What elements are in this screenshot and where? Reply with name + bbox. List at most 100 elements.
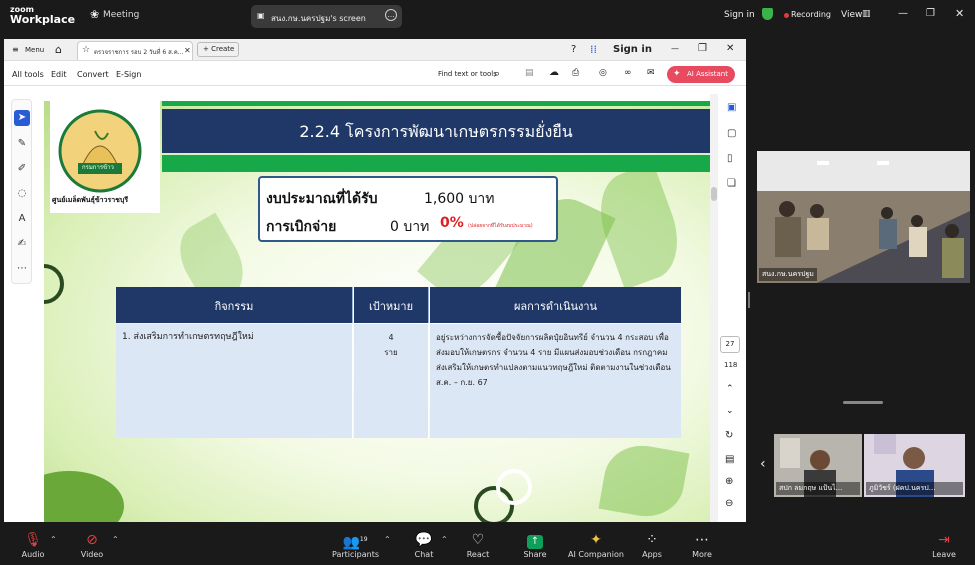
react-button[interactable]: ♡ React xyxy=(464,530,492,559)
page-down-icon[interactable]: ⌄ xyxy=(726,406,734,416)
find-text-label[interactable]: Find text or tools xyxy=(438,70,497,78)
participant-name-1: สปก ลมกฤษ แป้นไ... xyxy=(776,482,860,495)
zoom-top-bar: zoom Workplace ❀ Meeting ▣ สนง.กษ.นครปฐม… xyxy=(0,0,975,34)
video-chevron-icon[interactable]: ⌃ xyxy=(112,535,119,544)
chevron-left-icon[interactable]: ‹ xyxy=(760,456,766,472)
select-cursor-icon[interactable]: ➤ xyxy=(14,110,30,126)
view-button[interactable]: View xyxy=(841,10,862,20)
participant-thumb-2[interactable]: ภูมิวัชร์ (ฝคป.นครป... xyxy=(864,434,965,497)
ai-spark-icon: ✦ xyxy=(673,69,681,79)
pdf-restore-icon[interactable]: ❐ xyxy=(698,43,707,54)
more-options-icon[interactable]: … xyxy=(385,9,397,21)
close-icon[interactable]: ✕ xyxy=(955,7,964,20)
participants-chevron-icon[interactable]: ⌃ xyxy=(384,535,391,544)
page-up-icon[interactable]: ⌃ xyxy=(726,384,734,394)
signature-icon[interactable]: ✍ xyxy=(14,236,30,252)
menu-all-tools[interactable]: All tools xyxy=(12,70,44,79)
print-icon[interactable]: ⎙ xyxy=(572,68,579,78)
create-label: Create xyxy=(211,45,235,53)
home-icon[interactable]: ⌂ xyxy=(55,43,62,56)
screen-share-pill[interactable]: ▣ สนง.กษ.นครปฐม's screen … xyxy=(251,5,402,28)
tab-close-icon[interactable]: ✕ xyxy=(184,46,191,55)
panel-resize-handle[interactable] xyxy=(843,401,883,404)
menu-label[interactable]: Menu xyxy=(25,46,44,54)
comment-add-icon[interactable]: ✎ xyxy=(14,136,30,152)
header-target: เป้าหมาย xyxy=(354,287,429,323)
ai-assistant-button[interactable]: ✦ AI Assistant xyxy=(667,66,735,83)
comments-icon[interactable]: ▢ xyxy=(727,128,736,139)
chat-button[interactable]: 💬 Chat xyxy=(410,530,438,559)
pdf-scrollbar[interactable] xyxy=(710,94,718,522)
pdf-close-icon[interactable]: ✕ xyxy=(726,43,734,54)
target-unit: ราย xyxy=(384,348,398,357)
leaf-decoration xyxy=(598,439,690,522)
pdf-scroll-thumb[interactable] xyxy=(711,187,717,201)
logo-badge-text: กรมการข้าว xyxy=(82,164,114,171)
left-tool-rail: ➤ ✎ ✐ ◌ A ✍ ⋯ xyxy=(11,99,32,284)
chat-label: Chat xyxy=(414,550,434,559)
lasso-icon[interactable]: ◌ xyxy=(14,186,30,202)
leave-button[interactable]: ⇥ Leave xyxy=(930,530,958,559)
search-icon[interactable]: ⌕ xyxy=(494,67,500,81)
cell-result: อยู่ระหว่างการจัดซื้อปัจจัยการผลิตปุ๋ยอิ… xyxy=(430,324,681,438)
share-button[interactable]: ↑ Share xyxy=(520,530,550,559)
zoom-in-icon[interactable]: ⊕ xyxy=(725,476,733,487)
panel-split-handle[interactable] xyxy=(748,292,750,308)
more-dots-icon: ⋯ xyxy=(695,532,709,548)
participant-thumb-1[interactable]: สปก ลมกฤษ แป้นไ... xyxy=(774,434,862,497)
meeting-label[interactable]: Meeting xyxy=(103,10,139,20)
green-stripe-bottom xyxy=(162,155,710,172)
more-tools-icon[interactable]: ⋯ xyxy=(14,261,30,277)
zoom-brand-bottom: Workplace xyxy=(10,13,76,26)
screen-title: สนง.กษ.นครปฐม's screen xyxy=(271,14,366,23)
chat-icon: 💬 xyxy=(415,532,433,548)
restore-icon[interactable]: ❐ xyxy=(926,8,935,19)
pages-icon[interactable]: ❏ xyxy=(727,178,736,189)
draw-pen-icon[interactable]: ✐ xyxy=(14,161,30,177)
text-box-icon[interactable]: A xyxy=(14,211,30,227)
zoom-out-icon[interactable]: ⊖ xyxy=(725,498,733,509)
page-doc-icon[interactable]: ▤ xyxy=(725,454,734,465)
sign-in-link[interactable]: Sign in xyxy=(724,10,755,20)
heart-icon: ♡ xyxy=(471,532,485,548)
audio-chevron-icon[interactable]: ⌃ xyxy=(50,535,57,544)
apps-button[interactable]: ⁘ Apps xyxy=(638,530,666,559)
edit-page-icon[interactable]: ▣ xyxy=(727,102,736,113)
pen-circle-icon[interactable]: ◎ xyxy=(599,68,607,78)
ai-assistant-label: AI Assistant xyxy=(687,70,728,78)
target-number: 4 xyxy=(388,333,394,342)
pdf-minimize-icon[interactable]: — xyxy=(671,44,679,53)
budget-value: 1,600 บาท xyxy=(424,191,495,207)
create-button[interactable]: + Create xyxy=(197,42,239,57)
rotate-icon[interactable]: ↻ xyxy=(725,430,733,441)
hamburger-icon[interactable]: ≡ xyxy=(12,45,19,54)
shield-icon: ▣ xyxy=(257,11,265,20)
security-shield-icon[interactable] xyxy=(762,8,773,20)
ai-companion-button[interactable]: ✦ AI Companion xyxy=(568,530,624,559)
more-button[interactable]: ⋯ More xyxy=(688,530,716,559)
bookmark-icon[interactable]: ▯ xyxy=(727,153,733,164)
video-button[interactable]: ⊘ Video xyxy=(77,530,107,559)
mail-icon[interactable]: ✉ xyxy=(647,68,655,78)
minimize-icon[interactable]: — xyxy=(898,8,908,19)
menu-convert[interactable]: Convert xyxy=(77,70,109,79)
chat-chevron-icon[interactable]: ⌃ xyxy=(441,535,448,544)
menu-edit[interactable]: Edit xyxy=(51,70,67,79)
pdf-sign-in[interactable]: Sign in xyxy=(613,44,652,55)
link-icon[interactable]: ∞ xyxy=(624,68,632,78)
recording-status[interactable]: Recording xyxy=(791,10,831,19)
upload-cloud-icon[interactable]: ☁ xyxy=(549,67,559,78)
tab-document[interactable]: ☆ ตรวจราชการ รอบ 2 วันที่ 6 ส.ค... ✕ xyxy=(77,41,193,60)
menu-esign[interactable]: E-Sign xyxy=(116,70,141,79)
page-number-box[interactable]: 27 xyxy=(720,336,740,353)
participants-button[interactable]: 👥19 Participants xyxy=(332,530,379,559)
apps-grid-icon[interactable]: ⁞⁞ xyxy=(590,43,597,56)
audio-button[interactable]: 🎙 Audio xyxy=(18,530,48,559)
save-icon[interactable]: ▤ xyxy=(525,68,534,78)
participants-label: Participants xyxy=(332,550,379,559)
speaker-video[interactable]: สนง.กษ.นครปฐม xyxy=(757,151,970,283)
disburse-label: การเบิกจ่าย xyxy=(266,219,337,235)
pdf-menu-bar: All tools Edit Convert E-Sign Find text … xyxy=(4,62,746,86)
decor-ring xyxy=(44,264,64,304)
help-icon[interactable]: ? xyxy=(571,44,576,55)
